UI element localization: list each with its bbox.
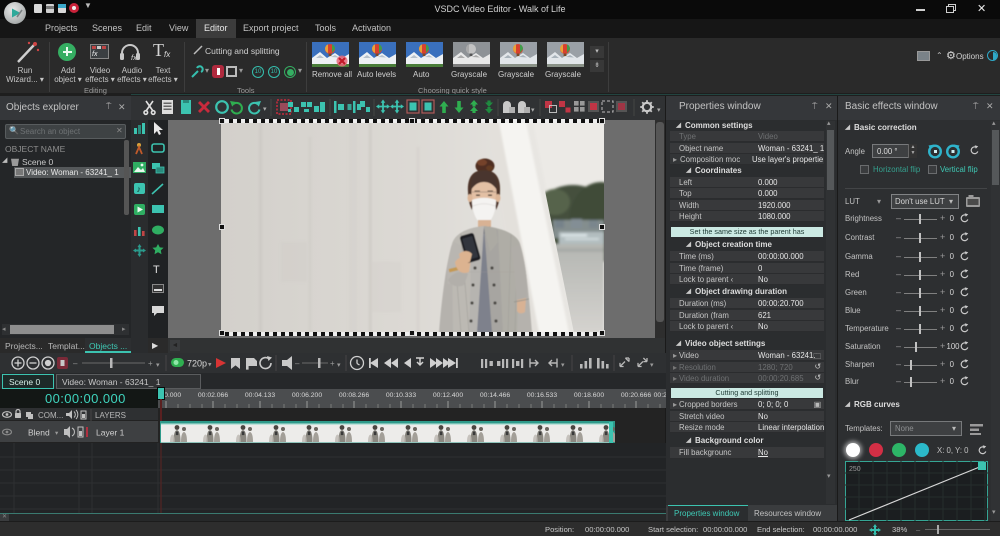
svg-text:00:12.400: 00:12.400	[433, 392, 463, 399]
svg-text:LAYERS: LAYERS	[95, 411, 126, 420]
svg-text:00:18.600: 00:18.600	[574, 392, 604, 399]
svg-text:250: 250	[849, 466, 861, 473]
svg-text:00:16.533: 00:16.533	[527, 392, 557, 399]
svg-text:+: +	[330, 359, 335, 368]
svg-text:00:22.2: 00:22.2	[654, 392, 666, 399]
svg-text:–: –	[295, 359, 300, 368]
svg-text:00:20.666: 00:20.666	[621, 392, 651, 399]
svg-text:▾: ▾	[263, 106, 267, 113]
svg-text:▾: ▾	[55, 430, 59, 437]
svg-text:▾: ▾	[650, 362, 654, 369]
svg-text:▾: ▾	[561, 362, 565, 369]
svg-text:00:10.333: 00:10.333	[386, 392, 416, 399]
svg-text:Blend: Blend	[28, 428, 50, 438]
svg-text:COM...: COM...	[38, 411, 63, 420]
svg-text:▾: ▾	[337, 362, 341, 369]
svg-text:▾: ▾	[208, 362, 212, 369]
svg-text:720p: 720p	[187, 359, 207, 369]
svg-text:00:08.266: 00:08.266	[339, 392, 369, 399]
svg-text:▾: ▾	[156, 362, 160, 369]
svg-text:00:04.133: 00:04.133	[245, 392, 275, 399]
svg-text:00:02.066: 00:02.066	[198, 392, 228, 399]
svg-text:Layer 1: Layer 1	[96, 428, 125, 438]
svg-text:–: –	[73, 359, 78, 368]
svg-text:00:06.200: 00:06.200	[292, 392, 322, 399]
svg-text:+: +	[148, 359, 153, 368]
svg-text:00:14.466: 00:14.466	[480, 392, 510, 399]
svg-text:▾: ▾	[657, 107, 661, 114]
svg-text:▾: ▾	[531, 107, 535, 114]
svg-text:♪: ♪	[137, 184, 142, 194]
svg-text:T: T	[153, 264, 160, 276]
